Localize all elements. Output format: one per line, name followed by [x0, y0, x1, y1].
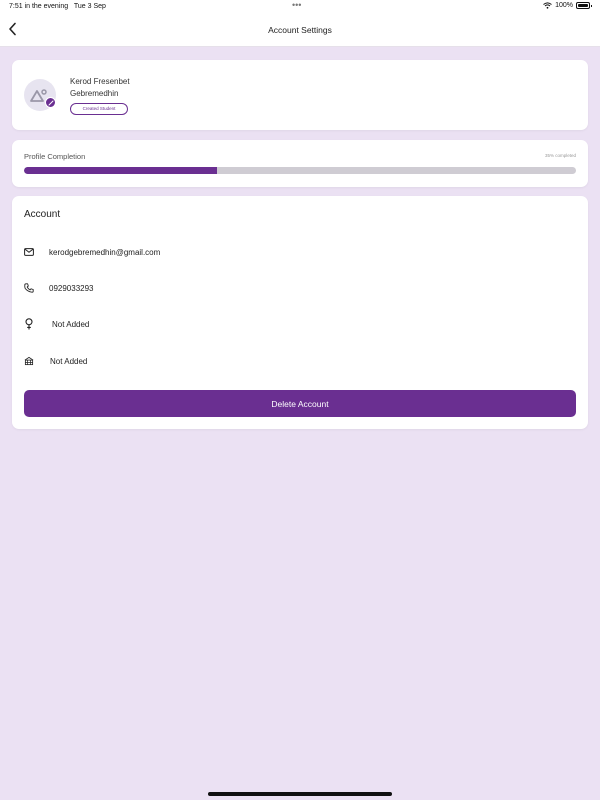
gender-female-icon — [24, 318, 34, 330]
account-card: Account kerodgebremedhin@gmail.com 09290… — [12, 196, 588, 429]
profile-completion-track — [24, 167, 576, 174]
phone-icon — [24, 282, 34, 294]
role-badge: Created Student — [70, 103, 128, 115]
mail-icon — [24, 246, 34, 258]
status-time-text: 7:51 in the evening — [9, 3, 69, 10]
email-row: kerodgebremedhin@gmail.com — [24, 245, 160, 259]
pencil-icon — [48, 100, 54, 106]
profile-completion-fill — [24, 167, 218, 174]
gender-value: Not Added — [52, 319, 90, 329]
home-indicator[interactable] — [208, 792, 392, 796]
status-bar: 7:51 in the evening Tue 3 Sep ••• 100% — [0, 0, 600, 13]
profile-completion-percent: 35% completed — [544, 153, 576, 158]
edit-avatar-button[interactable] — [45, 97, 56, 108]
email-value: kerodgebremedhin@gmail.com — [49, 247, 161, 257]
profile-last-name: Gebremedhin — [70, 89, 119, 98]
wifi-icon — [543, 2, 552, 9]
status-indicators: 100% — [543, 2, 592, 9]
gender-row: Not Added — [24, 317, 89, 331]
page-title: Account Settings — [268, 25, 332, 35]
school-value: Not Added — [50, 356, 88, 366]
school-icon — [24, 355, 34, 367]
navigation-bar: Account Settings — [0, 13, 600, 47]
account-section-title: Account — [24, 209, 61, 220]
profile-first-name: Kerod Fresenbet — [70, 77, 130, 86]
profile-completion-card: Profile Completion 35% completed — [12, 140, 588, 187]
phone-row: 0929033293 — [24, 281, 94, 295]
status-time: 7:51 in the evening Tue 3 Sep — [9, 3, 106, 10]
school-row: Not Added — [24, 354, 87, 368]
status-date: Tue 3 Sep — [73, 3, 106, 10]
delete-account-label: Delete Account — [271, 398, 329, 409]
multitasking-dots[interactable]: ••• — [292, 0, 301, 10]
phone-value: 0929033293 — [49, 283, 94, 293]
battery-percent: 100% — [555, 2, 573, 9]
profile-completion-label: Profile Completion — [24, 152, 86, 161]
battery-icon — [576, 2, 592, 9]
delete-account-button[interactable]: Delete Account — [24, 390, 576, 417]
profile-card: Kerod Fresenbet Gebremedhin Created Stud… — [12, 60, 588, 130]
